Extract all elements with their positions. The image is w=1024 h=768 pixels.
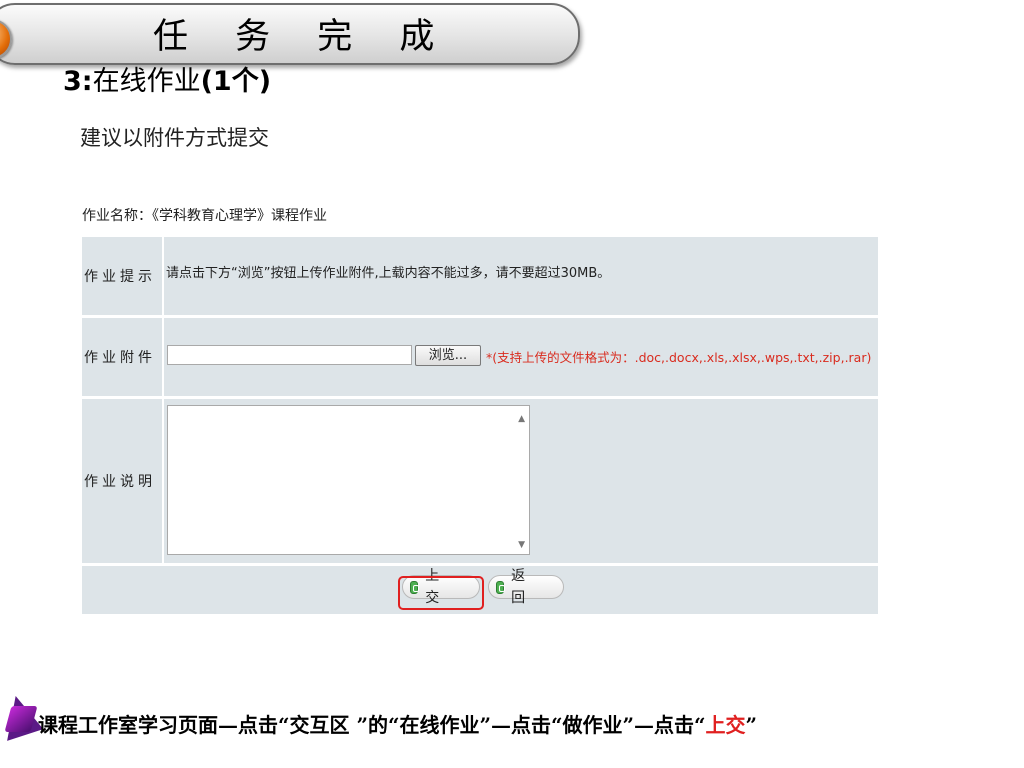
suggestion-text: 建议以附件方式提交	[80, 126, 269, 150]
orb-bullet-icon	[0, 19, 12, 59]
homework-name: 作业名称：《学科教育心理学》课程作业	[82, 208, 327, 224]
back-icon	[496, 580, 506, 594]
scroll-down-arrow-icon[interactable]: ▼	[518, 540, 525, 550]
title-banner: 任 务 完 成	[0, 3, 580, 65]
instruction-highlight: 上交	[705, 713, 746, 737]
homework-form: 作业提示 请点击下方“浏览”按钮上传作业附件,上载内容不能过多，请不要超过30M…	[82, 237, 878, 614]
tip-row: 作业提示 请点击下方“浏览”按钮上传作业附件,上载内容不能过多，请不要超过30M…	[82, 237, 878, 315]
section-title: 在线作业	[92, 66, 201, 97]
section-count: (1个)	[200, 66, 272, 97]
description-label: 作业说明	[84, 474, 156, 490]
instruction-footer: 课程工作室学习页面—点击“交互区 ”的“在线作业”—点击“做作业”—点击“上交”	[38, 710, 757, 740]
browse-button[interactable]: 浏览...	[415, 345, 481, 366]
banner-title: 任 务 完 成	[153, 17, 453, 57]
attachment-label: 作业附件	[84, 350, 156, 366]
scroll-up-arrow-icon[interactable]: ▲	[518, 414, 525, 424]
supported-formats-note: *(支持上传的文件格式为：.doc,.docx,.xls,.xlsx,.wps,…	[486, 350, 872, 365]
description-textarea[interactable]: ▲ ▼	[167, 405, 530, 555]
column-divider	[162, 237, 164, 563]
section-number: 3:	[63, 66, 93, 97]
instruction-text: 课程工作室学习页面—点击“交互区 ”的“在线作业”—点击“做作业”—点击“	[38, 713, 706, 737]
tip-text: 请点击下方“浏览”按钮上传作业附件,上载内容不能过多，请不要超过30MB。	[166, 266, 611, 281]
tip-cell: 请点击下方“浏览”按钮上传作业附件,上载内容不能过多，请不要超过30MB。	[164, 237, 878, 311]
tip-label: 作业提示	[84, 269, 156, 285]
instruction-end: ”	[745, 713, 758, 737]
attachment-file-input[interactable]	[167, 345, 412, 365]
back-button[interactable]: 返 回	[488, 568, 564, 606]
row-divider	[82, 563, 878, 566]
submit-highlight-box	[398, 576, 484, 610]
section-heading: 3:在线作业(1个)	[63, 64, 271, 100]
back-label: 返 回	[511, 568, 538, 606]
